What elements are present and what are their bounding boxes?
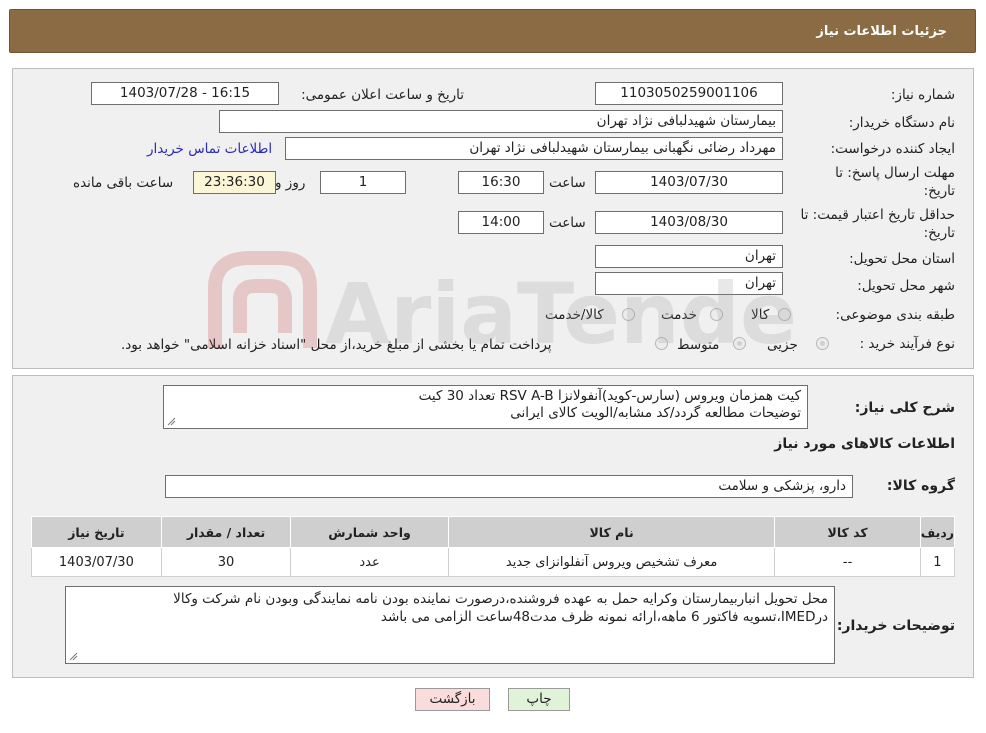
cell-code: -- [774,547,921,577]
cell-row: 1 [919,547,956,577]
validity-label: حداقل تاریخ اعتبار قیمت: تا [800,207,955,223]
cell-qty: 30 [160,547,292,577]
announce-label: تاریخ و ساعت اعلان عمومی: [301,87,464,103]
cell-unit: عدد [290,547,449,577]
process-note: پرداخت تمام یا بخشی از مبلغ خرید،از محل … [121,337,552,353]
checkbox-treasury[interactable] [655,337,668,350]
process-label: نوع فرآیند خرید : [859,336,955,352]
col-qty-header: تعداد / مقدار [160,516,292,548]
page-header: جزئیات اطلاعات نیاز [9,9,976,53]
summary-line-1: کیت همزمان ویروس (سارس-کوید)آنفولانزا RS… [418,388,801,404]
cell-name: معرف تشخیص ویروس آنفلوانزای جدید [447,547,776,577]
category-label: طبقه بندی موضوعی: [835,307,955,323]
summary-line-2: توضیحات مطالعه گردد/کد مشابه/الویت کالای… [510,405,801,421]
page-title: جزئیات اطلاعات نیاز [816,24,947,39]
table-header-row: ردیف کد کالا نام کالا واحد شمارش تعداد /… [31,516,956,548]
need-number-field: 1103050259001106 [595,82,783,105]
summary-textarea[interactable]: کیت همزمان ویروس (سارس-کوید)آنفولانزا RS… [163,385,808,429]
radio-minor-label: جزیی [767,337,798,353]
province-label: استان محل تحویل: [849,251,955,267]
resize-grip-icon[interactable] [68,651,78,661]
col-unit-header: واحد شمارش [290,516,449,548]
buyer-org-field: بیمارستان شهیدلبافی نژاد تهران [219,110,783,133]
buyer-org-label: نام دستگاه خریدار: [848,115,955,131]
validity-date-field: 1403/08/30 [595,211,783,234]
deadline-time-field: 16:30 [458,171,544,194]
radio-goods[interactable] [778,308,791,321]
validity-time-word: ساعت [549,215,586,231]
goods-group-label: گروه کالا: [886,478,955,494]
buyer-contact-link[interactable]: اطلاعات تماس خریدار [147,141,272,157]
goods-info-title: اطلاعات کالاهای مورد نیاز [774,436,955,452]
city-field: تهران [595,272,783,295]
validity-label-2: تاریخ: [923,225,955,241]
radio-medium[interactable] [733,337,746,350]
buyer-notes-label: توضیحات خریدار: [836,618,955,634]
radio-goods-service-label: کالا/خدمت [545,307,604,323]
deadline-time-word: ساعت [549,175,586,191]
announce-field: 1403/07/28 - 16:15 [91,82,279,105]
deadline-date-field: 1403/07/30 [595,171,783,194]
radio-medium-label: متوسط [677,337,720,353]
days-field: 1 [320,171,406,194]
province-field: تهران [595,245,783,268]
cell-date: 1403/07/30 [31,547,162,577]
radio-service-label: خدمت [661,307,697,323]
back-button[interactable]: بازگشت [415,688,490,711]
radio-goods-service[interactable] [622,308,635,321]
col-code-header: کد کالا [774,516,921,548]
buyer-notes-textarea[interactable]: محل تحویل انباربیمارستان وکرایه حمل به ع… [65,586,835,664]
deadline-label-2: تاریخ: [923,183,955,199]
summary-label: شرح کلی نیاز: [854,400,955,416]
remaining-label: ساعت باقی مانده [73,175,174,191]
col-row-header: ردیف [919,516,956,548]
radio-service[interactable] [710,308,723,321]
city-label: شهر محل تحویل: [857,278,955,294]
radio-goods-label: کالا [751,307,770,323]
goods-table: ردیف کد کالا نام کالا واحد شمارش تعداد /… [31,516,956,577]
buyer-notes-line-2: درIMED،تسویه فاکتور 6 ماهه،ارائه نمونه ظ… [380,609,828,625]
need-info-panel: شماره نیاز: 1103050259001106 تاریخ و ساع… [12,68,974,369]
need-details-panel: شرح کلی نیاز: کیت همزمان ویروس (سارس-کوی… [12,375,974,678]
print-button[interactable]: چاپ [508,688,570,711]
table-row: 1 -- معرف تشخیص ویروس آنفلوانزای جدید عد… [31,547,956,577]
remaining-time-field: 23:36:30 [193,171,276,194]
creator-label: ایجاد کننده درخواست: [830,141,955,157]
deadline-label: مهلت ارسال پاسخ: تا [835,165,955,181]
validity-time-field: 14:00 [458,211,544,234]
need-number-label: شماره نیاز: [890,87,955,103]
col-date-header: تاریخ نیاز [31,516,162,548]
creator-field: مهرداد رضائی نگهبانی بیمارستان شهیدلبافی… [285,137,783,160]
resize-grip-icon[interactable] [166,416,176,426]
radio-minor[interactable] [816,337,829,350]
goods-group-field: دارو، پزشکی و سلامت [165,475,853,498]
days-word: روز و [275,175,306,191]
buyer-notes-line-1: محل تحویل انباربیمارستان وکرایه حمل به ع… [173,591,828,607]
col-name-header: نام کالا [447,516,776,548]
